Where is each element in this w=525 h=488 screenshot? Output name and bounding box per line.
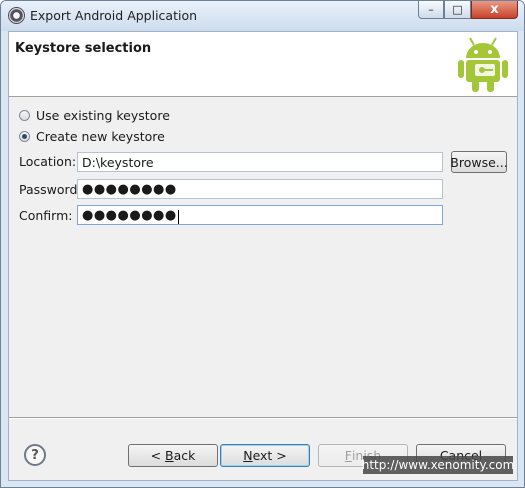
export-wizard-window: Export Android Application – □ x Keystor…	[0, 0, 525, 488]
password-label: Password:	[19, 182, 82, 197]
title-bar[interactable]: Export Android Application – □ x	[1, 1, 524, 31]
confirm-field[interactable]: ●●●●●●●●	[77, 205, 443, 225]
back-mnemonic: B	[165, 448, 174, 463]
wizard-header: Keystore selection	[9, 32, 517, 97]
maximize-button[interactable]: □	[444, 1, 471, 19]
close-button[interactable]: x	[471, 1, 518, 19]
watermark-text: http://www.xenomity.com	[361, 456, 515, 474]
window-title: Export Android Application	[30, 8, 198, 23]
location-field[interactable]: D:\keystore	[77, 152, 443, 172]
browse-button[interactable]: Browse...	[450, 151, 508, 173]
radio-checked-icon[interactable]	[19, 131, 30, 142]
minimize-button[interactable]: –	[418, 1, 444, 19]
location-label: Location:	[19, 154, 77, 169]
password-field[interactable]: ●●●●●●●●	[77, 179, 443, 199]
back-prefix: <	[150, 448, 166, 463]
next-mnemonic: N	[243, 448, 253, 463]
page-title: Keystore selection	[15, 41, 152, 56]
text-caret	[177, 209, 179, 224]
confirm-label: Confirm:	[19, 208, 73, 223]
back-button[interactable]: < Back	[128, 444, 218, 467]
use-existing-keystore-option[interactable]: Use existing keystore	[19, 108, 170, 123]
location-value: D:\keystore	[82, 155, 154, 170]
footer-separator	[9, 417, 517, 419]
finish-mnemonic: F	[344, 448, 352, 463]
option-label: Use existing keystore	[36, 108, 170, 123]
option-label: Create new keystore	[36, 129, 165, 144]
next-button[interactable]: Next >	[220, 444, 310, 467]
next-rest: ext >	[252, 448, 287, 463]
help-icon[interactable]: ?	[24, 444, 46, 466]
create-new-keystore-option[interactable]: Create new keystore	[19, 129, 165, 144]
password-value: ●●●●●●●●	[82, 182, 177, 197]
radio-unchecked-icon[interactable]	[19, 110, 30, 121]
confirm-value: ●●●●●●●●	[82, 208, 177, 223]
back-rest: ack	[173, 448, 196, 463]
eclipse-icon	[9, 8, 24, 23]
wizard-content: Keystore selection Use existing keystore	[8, 31, 518, 481]
android-logo-icon	[458, 37, 508, 92]
